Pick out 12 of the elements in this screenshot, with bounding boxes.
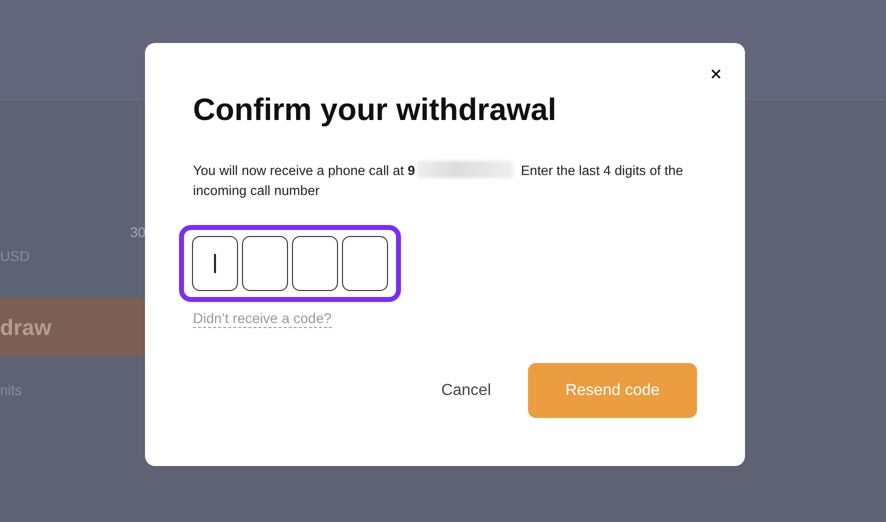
amount-text: 30 <box>130 223 145 242</box>
withdraw-button[interactable]: draw <box>0 298 145 356</box>
text-cursor <box>214 254 216 274</box>
message-text: You will now receive a phone call at 9 Enter the last 4 digits of the incoming call number <box>193 161 684 200</box>
cancel-button[interactable]: Cancel <box>441 370 491 411</box>
code-digit-field[interactable] <box>242 236 288 292</box>
resend-link[interactable]: Didn’t receive a code? <box>193 310 332 328</box>
code-digit-field[interactable] <box>292 236 338 292</box>
code-digit-field[interactable] <box>342 236 388 292</box>
code-digit-field[interactable] <box>192 236 238 292</box>
dialog-title: Confirm your withdrawal <box>193 91 558 128</box>
resend-button[interactable]: Resend code <box>528 363 697 418</box>
